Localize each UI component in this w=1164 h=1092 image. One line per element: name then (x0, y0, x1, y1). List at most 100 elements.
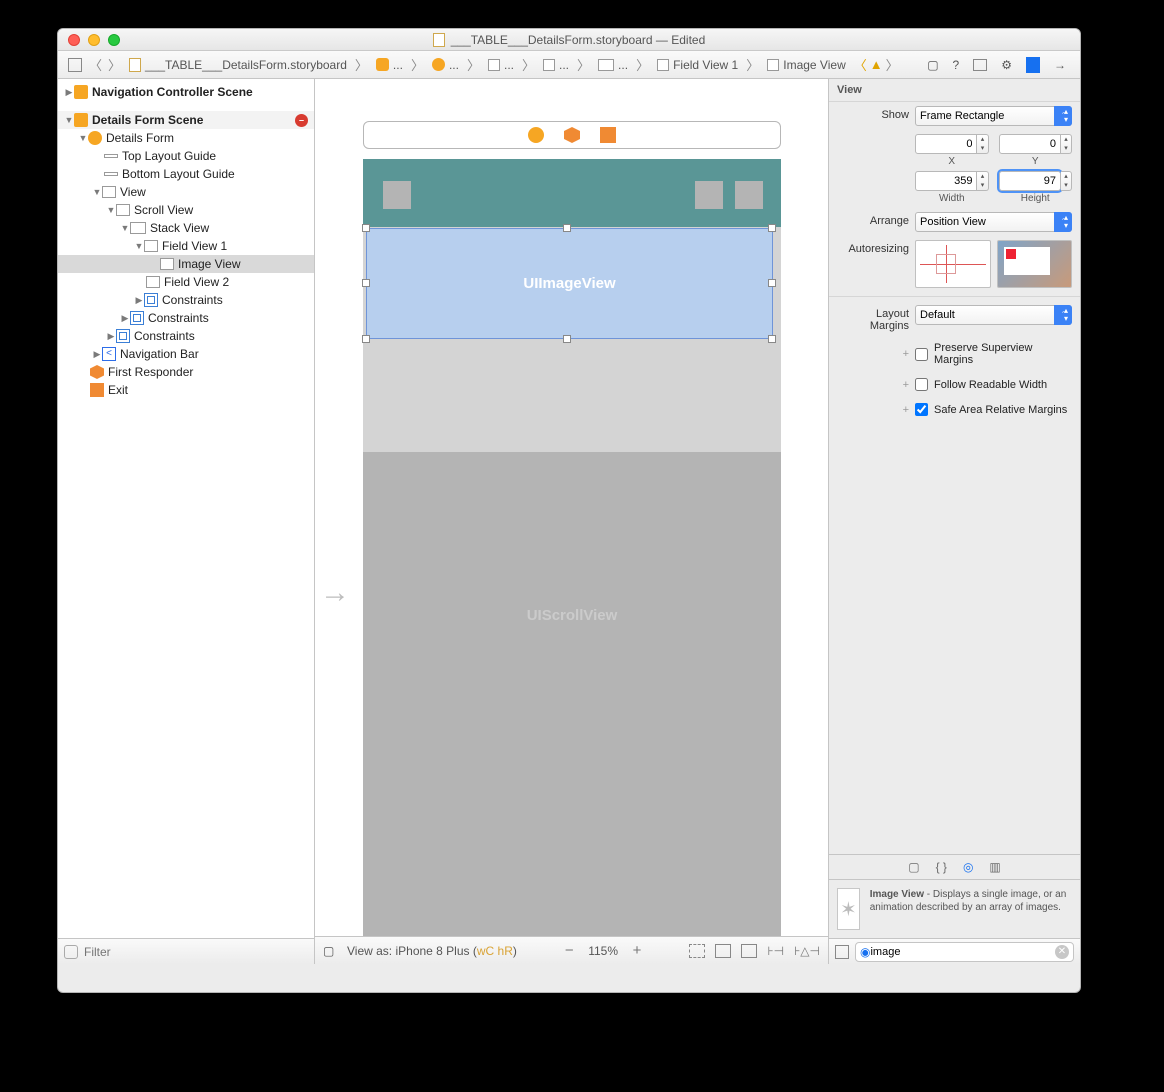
outline-stack-view[interactable]: ▼ Stack View (58, 219, 314, 237)
show-select[interactable]: Frame Rectangle (915, 106, 1072, 126)
crumb-4[interactable]: ... (538, 58, 574, 72)
error-indicator-icon[interactable]: – (295, 114, 308, 127)
crumb-5[interactable]: ... (593, 58, 633, 72)
crumb-file[interactable]: ___TABLE___DetailsForm.storyboard (124, 58, 352, 72)
crumb-image[interactable]: Image View (762, 58, 850, 72)
outline-field-view-1[interactable]: ▼ Field View 1 (58, 237, 314, 255)
x-input[interactable] (915, 134, 977, 154)
outline-bottom-guide[interactable]: Bottom Layout Guide (58, 165, 314, 183)
outline-details-scene[interactable]: ▼ Details Form Scene – (58, 111, 314, 129)
library-tabs: ▢ { } ◎ ▥ (829, 854, 1080, 880)
library-item-image-view[interactable]: ✶ Image View - Displays a single image, … (829, 880, 1080, 938)
viewcontroller-dock-icon[interactable] (528, 127, 544, 143)
issues-forward[interactable]: 〉 (883, 55, 902, 74)
outline-filter-input[interactable] (84, 945, 308, 959)
y-input[interactable] (999, 134, 1061, 154)
outline-view[interactable]: ▼ View (58, 183, 314, 201)
outline-exit[interactable]: Exit (58, 381, 314, 399)
view-icon (144, 240, 158, 252)
outline-navigation-scene[interactable]: ▶ Navigation Controller Scene (58, 83, 314, 101)
nav-back-button[interactable]: 〈 (86, 55, 105, 74)
add-variant-button[interactable]: + (837, 348, 909, 360)
layout-margins-select[interactable]: Default (915, 305, 1072, 325)
resize-handle[interactable] (768, 224, 776, 232)
file-inspector-tab[interactable]: ▢ (927, 58, 938, 72)
canvas-image-view[interactable]: UIImageView (366, 228, 773, 339)
file-template-tab[interactable]: ▢ (908, 860, 919, 874)
crumb-1[interactable]: ... (371, 58, 408, 72)
update-frames-button[interactable] (689, 944, 705, 958)
x-stepper[interactable]: ▴▾ (977, 134, 988, 154)
width-input[interactable] (915, 171, 977, 191)
crumb-field[interactable]: Field View 1 (652, 58, 743, 72)
autoresizing-control[interactable] (915, 240, 991, 288)
canvas-field-view-1[interactable]: UIImageView (363, 227, 781, 452)
crumb-3[interactable]: ... (483, 58, 519, 72)
embed-in-button[interactable] (715, 944, 731, 958)
crumb-2[interactable]: ... (427, 58, 464, 72)
connections-inspector-tab[interactable]: → (1054, 58, 1066, 72)
library-grid-toggle[interactable] (835, 945, 849, 959)
outline-constraints-3[interactable]: ▶ Constraints (58, 327, 314, 345)
clear-search-button[interactable]: ✕ (1055, 945, 1069, 959)
outline-constraints-1[interactable]: ▶ Constraints (58, 291, 314, 309)
outline-top-guide[interactable]: Top Layout Guide (58, 147, 314, 165)
outline-first-responder[interactable]: First Responder (58, 363, 314, 381)
media-library-tab[interactable]: ▥ (989, 860, 1000, 874)
resize-handle[interactable] (768, 335, 776, 343)
issues-back[interactable]: 〈 (851, 55, 870, 74)
view-as-label[interactable]: View as: iPhone 8 Plus (wC hR) (347, 944, 517, 958)
zoom-level[interactable]: 115% (588, 944, 618, 958)
align-button[interactable] (741, 944, 757, 958)
library-search-bar: ◉ ✕ (829, 938, 1080, 964)
resize-handle[interactable] (563, 335, 571, 343)
warning-icon[interactable]: ▲ (870, 57, 883, 72)
library-search-input[interactable] (870, 946, 1055, 958)
search-scope-icon[interactable]: ◉ (860, 945, 870, 959)
outline-constraints-2[interactable]: ▶ Constraints (58, 309, 314, 327)
outline-details-form[interactable]: ▼ Details Form (58, 129, 314, 147)
code-snippet-tab[interactable]: { } (936, 860, 947, 874)
outline-field-view-2[interactable]: Field View 2 (58, 273, 314, 291)
related-items-button[interactable] (64, 56, 86, 74)
nav-forward-button[interactable]: 〉 (105, 55, 124, 74)
zoom-out-button[interactable]: − (560, 942, 578, 959)
outline-navigation-bar[interactable]: ▶ < Navigation Bar (58, 345, 314, 363)
add-variant-button[interactable]: + (837, 404, 909, 416)
device-config-button[interactable]: ▢ (323, 944, 337, 958)
quick-help-tab[interactable]: ? (953, 58, 960, 72)
resize-handle[interactable] (362, 279, 370, 287)
constraints-icon (116, 329, 130, 343)
resolve-issues-button[interactable]: ⊦△⊣ (794, 944, 820, 958)
height-input[interactable] (999, 171, 1061, 191)
library-thumb-icon: ✶ (837, 888, 860, 930)
width-stepper[interactable]: ▴▾ (977, 171, 988, 191)
canvas-nav-bar[interactable] (363, 159, 781, 227)
identity-inspector-tab[interactable] (973, 59, 987, 71)
outline-scroll-view[interactable]: ▼ Scroll View (58, 201, 314, 219)
readable-width-checkbox[interactable] (915, 378, 928, 391)
canvas[interactable]: → (315, 79, 828, 936)
filter-icon[interactable] (64, 945, 78, 959)
add-variant-button[interactable]: + (837, 379, 909, 391)
scene-dock[interactable] (363, 121, 781, 149)
object-library-tab[interactable]: ◎ (963, 860, 973, 874)
canvas-scroll-view[interactable]: UIImageView UIScro (363, 227, 781, 936)
resize-handle[interactable] (768, 279, 776, 287)
y-stepper[interactable]: ▴▾ (1061, 134, 1072, 154)
first-responder-dock-icon[interactable] (564, 127, 580, 143)
add-constraints-button[interactable]: ⊦⊣ (767, 944, 784, 958)
safe-area-checkbox[interactable] (915, 403, 928, 416)
arrange-select[interactable]: Position View (915, 212, 1072, 232)
zoom-in-button[interactable]: + (628, 942, 646, 959)
resize-handle[interactable] (362, 224, 370, 232)
preserve-margins-checkbox[interactable] (915, 348, 928, 361)
attributes-inspector-tab[interactable]: ⚙ (1001, 58, 1012, 72)
resize-handle[interactable] (362, 335, 370, 343)
height-stepper[interactable]: ▴▾ (1061, 171, 1072, 191)
layout-guide-icon (104, 172, 118, 176)
resize-handle[interactable] (563, 224, 571, 232)
size-inspector-tab[interactable] (1026, 57, 1040, 73)
exit-dock-icon[interactable] (600, 127, 616, 143)
outline-image-view[interactable]: Image View (58, 255, 314, 273)
